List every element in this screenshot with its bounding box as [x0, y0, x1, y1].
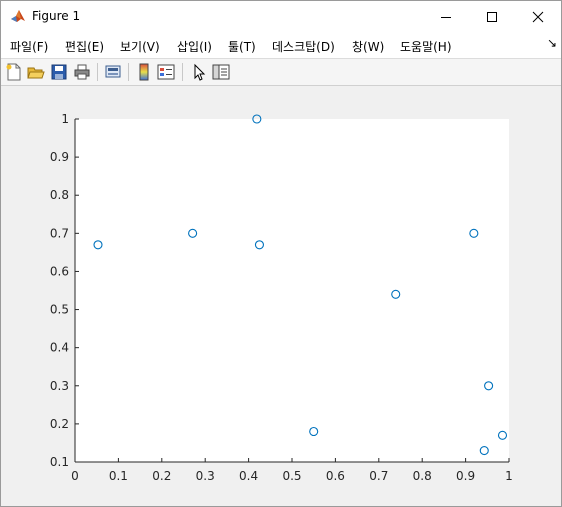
x-tick-label: 0	[71, 469, 79, 483]
x-tick-label: 0.4	[239, 469, 258, 483]
x-tick-label: 1	[505, 469, 513, 483]
y-tick-label: 0.3	[50, 379, 69, 393]
plot-canvas: 0 0.1 0.2 0.3 0.4 0.5 0.6 0.7 0.8 0.9 1 0.10.20.30…	[50, 112, 513, 483]
y-tick-label: 0.8	[50, 188, 69, 202]
x-tick-label: 0.5	[282, 469, 301, 483]
y-tick-label: 0.1	[50, 455, 69, 469]
figure-window: Figure 1 파일(F) 편집(E) 보기(V) 삽입(I) 툴(T) 데스…	[0, 0, 562, 507]
x-tick-label: 0.2	[152, 469, 171, 483]
y-tick-label: 0.5	[50, 303, 69, 317]
y-tick-label: 0.2	[50, 417, 69, 431]
y-tick-label: 1	[61, 112, 69, 126]
x-tick-label: 0.1	[109, 469, 128, 483]
x-tick-label: 0.9	[456, 469, 475, 483]
x-tick-label: 0.8	[413, 469, 432, 483]
axes-background	[75, 119, 509, 462]
y-tick-label: 0.9	[50, 150, 69, 164]
x-tick-label: 0.3	[196, 469, 215, 483]
y-tick-label: 0.4	[50, 341, 69, 355]
x-tick-label: 0.7	[369, 469, 388, 483]
y-tick-label: 0.6	[50, 264, 69, 278]
y-tick-label: 0.7	[50, 226, 69, 240]
x-tick-label: 0.6	[326, 469, 345, 483]
